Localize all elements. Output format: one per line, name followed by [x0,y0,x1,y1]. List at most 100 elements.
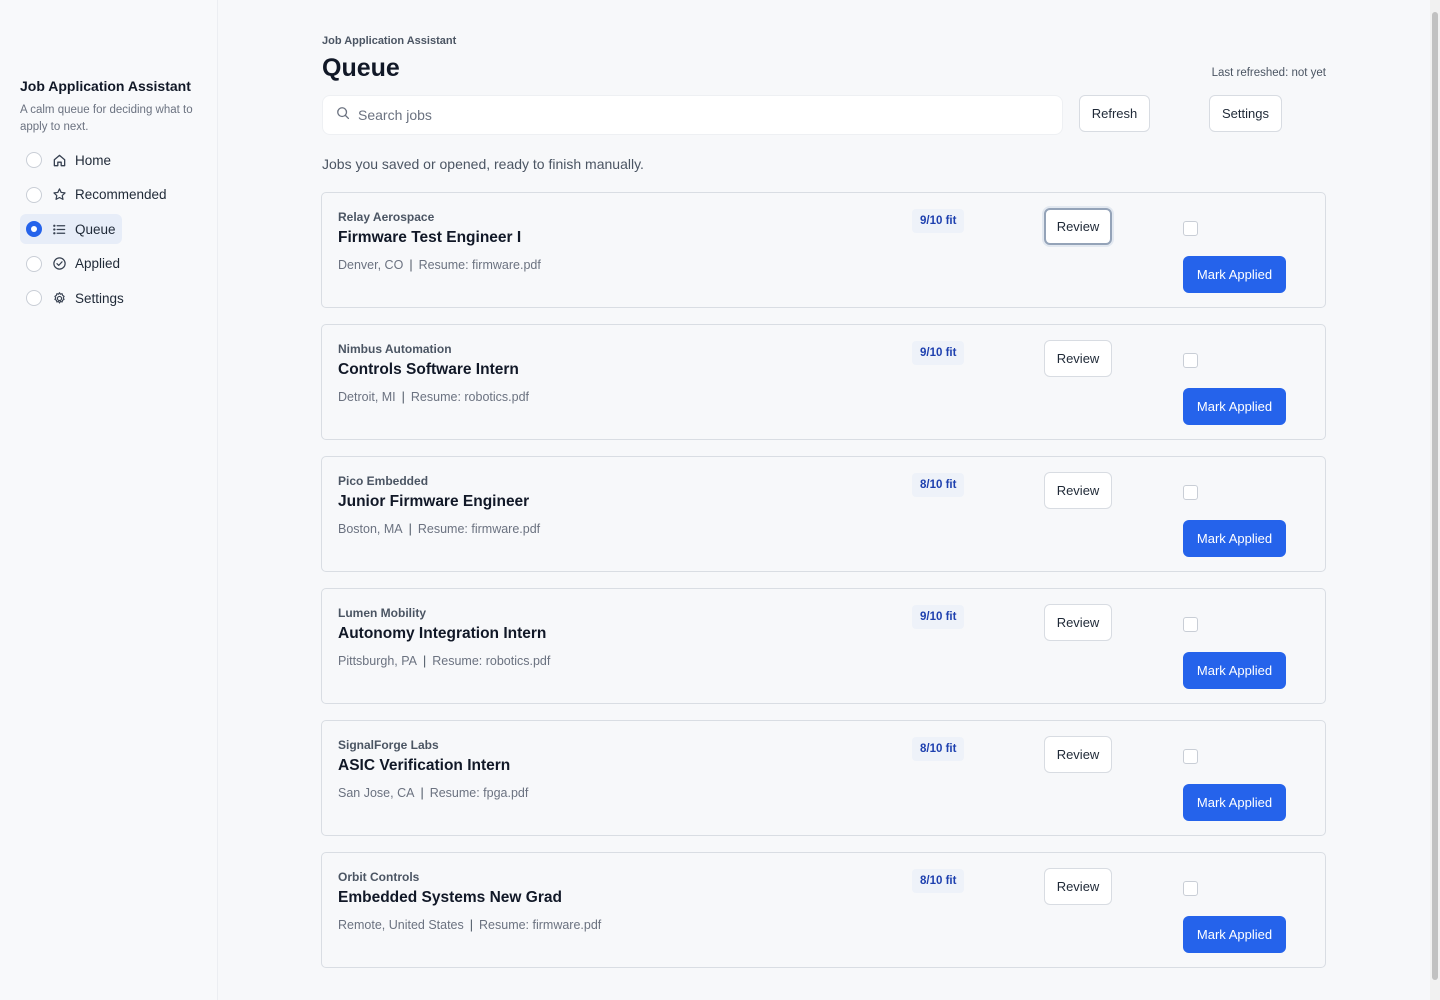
job-title: Junior Firmware Engineer [338,493,530,510]
review-button[interactable]: Review [1044,208,1112,245]
meta-separator: | [401,390,405,404]
sidebar-item-queue[interactable]: Queue [20,214,122,245]
fit-badge: 8/10 fit [912,737,965,761]
home-icon [51,152,67,168]
job-resume: Resume: firmware.pdf [418,258,541,272]
job-company: SignalForge Labs [338,738,439,752]
mark-applied-button[interactable]: Mark Applied [1183,916,1286,953]
meta-separator: | [422,654,427,668]
meta-separator: | [409,258,413,272]
sidebar-item-label: Recommended [75,187,167,203]
sidebar-app-subtitle: A calm queue for deciding what to apply … [20,104,193,133]
nav-radio[interactable] [26,290,42,307]
fit-badge: 9/10 fit [912,341,965,365]
job-card: Relay Aerospace Firmware Test Engineer I… [321,192,1326,308]
job-location: San Jose, CA [338,786,415,800]
job-card: Nimbus Automation Controls Software Inte… [321,324,1326,440]
job-meta: Pittsburgh, PA | Resume: robotics.pdf [338,654,550,668]
job-card: SignalForge Labs ASIC Verification Inter… [321,720,1326,836]
review-button[interactable]: Review [1044,472,1112,509]
job-card: Orbit Controls Embedded Systems New Grad… [321,852,1326,968]
review-button[interactable]: Review [1044,868,1112,905]
fit-badge: 8/10 fit [912,869,965,893]
job-select-checkbox[interactable] [1183,881,1198,896]
job-title: Autonomy Integration Intern [338,625,547,642]
gear-icon [51,290,67,306]
sidebar-app-title: Job Application Assistant [20,78,191,94]
refresh-button[interactable]: Refresh [1079,95,1150,132]
job-title: Embedded Systems New Grad [338,889,562,906]
job-select-checkbox[interactable] [1183,617,1198,632]
sidebar: Job Application Assistant A calm queue f… [0,0,218,1000]
job-meta: Boston, MA | Resume: firmware.pdf [338,522,540,536]
sidebar-item-recommended[interactable]: Recommended [20,180,173,210]
list-icon [51,221,67,237]
search-icon [336,106,350,125]
job-resume: Resume: robotics.pdf [432,654,551,668]
job-select-checkbox[interactable] [1183,221,1198,236]
job-company: Orbit Controls [338,870,420,884]
nav-radio[interactable] [26,255,42,272]
nav-radio[interactable] [26,186,42,203]
last-refreshed-status: Last refreshed: not yet [1211,67,1326,79]
meta-separator: | [408,522,412,536]
job-resume: Resume: firmware.pdf [479,918,602,932]
job-card: Lumen Mobility Autonomy Integration Inte… [321,588,1326,704]
job-meta: San Jose, CA | Resume: fpga.pdf [338,786,528,800]
fit-badge: 9/10 fit [912,209,965,233]
sidebar-nav: Home Recommended Queue Applied Settings [20,145,173,318]
page-scrollbar[interactable] [1430,0,1440,1000]
job-location: Pittsburgh, PA [338,654,417,668]
mark-applied-button[interactable]: Mark Applied [1183,520,1286,557]
nav-radio-selected[interactable] [26,221,42,238]
job-resume: Resume: robotics.pdf [410,390,530,404]
sidebar-item-home[interactable]: Home [20,145,117,175]
fit-badge: 8/10 fit [912,473,965,497]
search-input[interactable] [358,107,1038,123]
check-circle-icon [51,256,67,272]
job-title: Firmware Test Engineer I [338,229,522,246]
job-select-checkbox[interactable] [1183,749,1198,764]
fit-badge: 9/10 fit [912,605,965,629]
sidebar-item-applied[interactable]: Applied [20,249,126,279]
sidebar-item-settings[interactable]: Settings [20,283,130,313]
scrollbar-thumb[interactable] [1432,12,1438,980]
queue-description: Jobs you saved or opened, ready to finis… [322,156,644,172]
job-resume: Resume: fpga.pdf [429,786,529,800]
sidebar-item-label: Home [75,152,112,168]
sidebar-item-label: Queue [75,221,116,237]
job-select-checkbox[interactable] [1183,353,1198,368]
job-meta: Detroit, MI | Resume: robotics.pdf [338,390,529,404]
review-button[interactable]: Review [1044,340,1112,377]
breadcrumb: Job Application Assistant [322,35,457,47]
settings-button[interactable]: Settings [1209,95,1282,132]
mark-applied-button[interactable]: Mark Applied [1183,256,1286,293]
mark-applied-button[interactable]: Mark Applied [1183,652,1286,689]
mark-applied-button[interactable]: Mark Applied [1183,388,1286,425]
review-button[interactable]: Review [1044,736,1112,773]
search-box[interactable] [322,95,1063,135]
job-meta: Denver, CO | Resume: firmware.pdf [338,258,541,272]
job-location: Remote, United States [338,918,464,932]
page-title: Queue [322,54,400,82]
job-meta: Remote, United States | Resume: firmware.p… [338,918,601,932]
sidebar-item-label: Applied [75,256,121,272]
job-company: Pico Embedded [338,474,429,488]
sidebar-item-label: Settings [75,290,124,306]
job-select-checkbox[interactable] [1183,485,1198,500]
meta-separator: | [420,786,424,800]
job-location: Denver, CO [338,258,404,272]
job-company: Nimbus Automation [338,342,452,356]
nav-radio[interactable] [26,152,42,168]
review-button[interactable]: Review [1044,604,1112,641]
job-title: Controls Software Intern [338,361,519,378]
job-resume: Resume: firmware.pdf [417,522,541,536]
mark-applied-button[interactable]: Mark Applied [1183,784,1286,821]
job-company: Lumen Mobility [338,606,426,620]
star-icon [51,187,67,203]
job-title: ASIC Verification Intern [338,757,511,774]
job-company: Relay Aerospace [338,210,435,224]
job-location: Detroit, MI [338,390,396,404]
job-card: Pico Embedded Junior Firmware Engineer B… [321,456,1326,572]
job-location: Boston, MA [338,522,403,536]
